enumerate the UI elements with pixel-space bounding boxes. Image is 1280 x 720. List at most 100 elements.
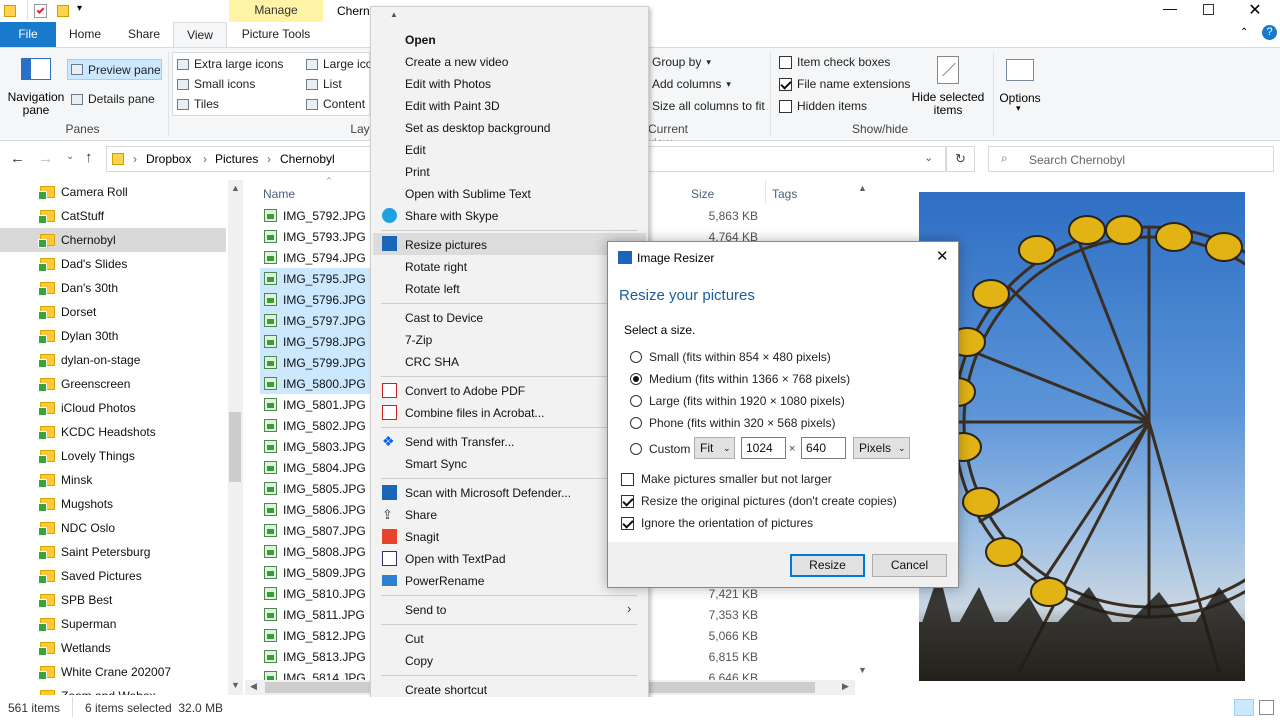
content-option[interactable]: Content (306, 97, 365, 111)
new-folder-icon[interactable] (57, 5, 69, 17)
radio-large[interactable] (630, 395, 642, 407)
menu-item-copy[interactable]: Copy (405, 654, 433, 668)
unit-select[interactable]: Pixels ⌄ (853, 437, 910, 459)
breadcrumb-pictures[interactable]: Pictures (215, 152, 258, 166)
search-box[interactable]: ⌕ Search Chernobyl (988, 146, 1274, 172)
scroll-down-icon[interactable]: ▼ (858, 665, 867, 675)
menu-item-edit[interactable]: Edit (405, 143, 426, 157)
menu-item-convert-pdf[interactable]: Convert to Adobe PDF (405, 384, 525, 398)
menu-item-crc-sha[interactable]: CRC SHA (405, 355, 459, 369)
file-name-extensions-toggle[interactable]: File name extensions (779, 77, 910, 91)
menu-item-powerrename[interactable]: PowerRename (405, 574, 484, 588)
nav-item[interactable]: KCDC Headshots (0, 420, 226, 444)
menu-item-send-transfer[interactable]: Send with Transfer... (405, 435, 514, 449)
file-row[interactable]: IMG_5797.JPG (260, 310, 370, 331)
menu-item-share-skype[interactable]: Share with Skype (405, 209, 498, 223)
menu-item-desktop-background[interactable]: Set as desktop background (405, 121, 550, 135)
nav-item[interactable]: Greenscreen (0, 372, 226, 396)
nav-item[interactable]: Saved Pictures (0, 564, 226, 588)
menu-item-rotate-left[interactable]: Rotate left (405, 282, 460, 296)
menu-item-rotate-right[interactable]: Rotate right (405, 260, 467, 274)
ignore-orientation-checkbox[interactable] (621, 516, 634, 530)
navigation-pane-button[interactable]: Navigation pane (6, 91, 66, 117)
nav-item[interactable]: iCloud Photos (0, 396, 226, 420)
nav-item[interactable]: Minsk (0, 468, 226, 492)
tiles-option[interactable]: Tiles (177, 97, 219, 111)
file-row[interactable]: IMG_5813.JPG (260, 646, 370, 667)
radio-medium[interactable] (630, 373, 642, 385)
column-header-size[interactable]: Size (691, 187, 714, 201)
nav-item[interactable]: Dylan 30th (0, 324, 226, 348)
file-row[interactable]: IMG_5808.JPG (260, 541, 370, 562)
menu-item-create-shortcut[interactable]: Create shortcut (405, 683, 487, 697)
menu-item-snagit[interactable]: Snagit (405, 530, 439, 544)
hidden-items-checkbox[interactable] (779, 99, 792, 113)
menu-item-open-sublime[interactable]: Open with Sublime Text (405, 187, 531, 201)
scroll-up-icon[interactable]: ▲ (858, 183, 867, 193)
resize-button[interactable]: Resize (790, 554, 865, 577)
smaller-not-larger-checkbox[interactable] (621, 472, 634, 486)
menu-item-edit-paint3d[interactable]: Edit with Paint 3D (405, 99, 500, 113)
list-option[interactable]: List (306, 77, 342, 91)
large-icons-option[interactable]: Large ico (306, 57, 372, 71)
item-check-boxes-toggle[interactable]: Item check boxes (779, 55, 890, 69)
search-input[interactable]: Search Chernobyl (1029, 153, 1125, 167)
nav-scrollbar[interactable]: ▲ ▼ (228, 180, 243, 695)
details-view-icon[interactable] (1234, 699, 1254, 716)
scroll-down-icon[interactable]: ▼ (231, 680, 240, 690)
file-row[interactable]: IMG_5802.JPG (260, 415, 370, 436)
breadcrumb-dropbox[interactable]: Dropbox (146, 152, 191, 166)
file-row[interactable]: IMG_5793.JPG (260, 226, 370, 247)
menu-scroll-up-icon[interactable]: ▲ (390, 10, 398, 19)
menu-item-cut[interactable]: Cut (405, 632, 424, 646)
file-row[interactable]: IMG_5800.JPG (260, 373, 370, 394)
group-by-button[interactable]: Group by ▾ (652, 55, 711, 69)
radio-phone[interactable] (630, 417, 642, 429)
up-arrow-icon[interactable]: ↑ (85, 149, 93, 166)
file-row[interactable]: IMG_5806.JPG (260, 499, 370, 520)
size-option-small[interactable]: Small (fits within 854 × 480 pixels) (630, 350, 831, 364)
nav-item[interactable]: Dan's 30th (0, 276, 226, 300)
recent-locations-icon[interactable]: ⌄ (66, 151, 74, 162)
menu-item-cast[interactable]: Cast to Device (405, 311, 483, 325)
small-icons-option[interactable]: Small icons (177, 77, 255, 91)
file-row[interactable]: IMG_5794.JPG (260, 247, 370, 268)
menu-item-open[interactable]: Open (405, 33, 436, 47)
help-icon[interactable]: ? (1262, 25, 1277, 40)
forward-arrow-icon[interactable]: → (38, 150, 53, 167)
menu-item-combine-acrobat[interactable]: Combine files in Acrobat... (405, 406, 544, 420)
menu-item-7zip[interactable]: 7-Zip (405, 333, 432, 347)
maximize-icon[interactable] (1203, 4, 1214, 15)
nav-item[interactable]: Lovely Things (0, 444, 226, 468)
nav-item[interactable]: Dad's Slides (0, 252, 226, 276)
column-header-tags[interactable]: Tags (772, 187, 797, 201)
custom-height-input[interactable]: 640 (801, 437, 846, 459)
file-row[interactable]: IMG_5811.JPG (260, 604, 370, 625)
item-check-boxes-checkbox[interactable] (779, 55, 792, 69)
menu-item-edit-photos[interactable]: Edit with Photos (405, 77, 491, 91)
nav-item[interactable]: dylan-on-stage (0, 348, 226, 372)
menu-item-resize-pictures[interactable]: Resize pictures (405, 238, 487, 252)
cancel-button[interactable]: Cancel (872, 554, 947, 577)
large-icons-view-icon[interactable] (1259, 700, 1274, 715)
nav-item[interactable]: SPB Best (0, 588, 226, 612)
custom-width-input[interactable]: 1024 (741, 437, 786, 459)
tab-share[interactable]: Share (117, 22, 171, 47)
menu-item-create-video[interactable]: Create a new video (405, 55, 508, 69)
address-dropdown-icon[interactable]: ⌄ (924, 151, 933, 164)
tab-picture-tools[interactable]: Picture Tools (229, 22, 323, 47)
resize-original-option[interactable]: Resize the original pictures (don't crea… (621, 494, 897, 508)
menu-item-share[interactable]: Share (405, 508, 437, 522)
file-row[interactable]: IMG_5801.JPG (260, 394, 370, 415)
hidden-items-toggle[interactable]: Hidden items (779, 99, 867, 113)
file-row[interactable]: IMG_5792.JPG (260, 205, 370, 226)
smaller-not-larger-option[interactable]: Make pictures smaller but not larger (621, 472, 832, 486)
file-row[interactable]: IMG_5795.JPG (260, 268, 370, 289)
size-all-columns-button[interactable]: Size all columns to fit (652, 99, 765, 113)
nav-item[interactable]: CatStuff (0, 204, 226, 228)
add-columns-button[interactable]: Add columns ▾ (652, 77, 731, 91)
file-row[interactable]: IMG_5798.JPG (260, 331, 370, 352)
file-row[interactable]: IMG_5804.JPG (260, 457, 370, 478)
file-row[interactable]: IMG_5796.JPG (260, 289, 370, 310)
menu-item-scan-defender[interactable]: Scan with Microsoft Defender... (405, 486, 571, 500)
